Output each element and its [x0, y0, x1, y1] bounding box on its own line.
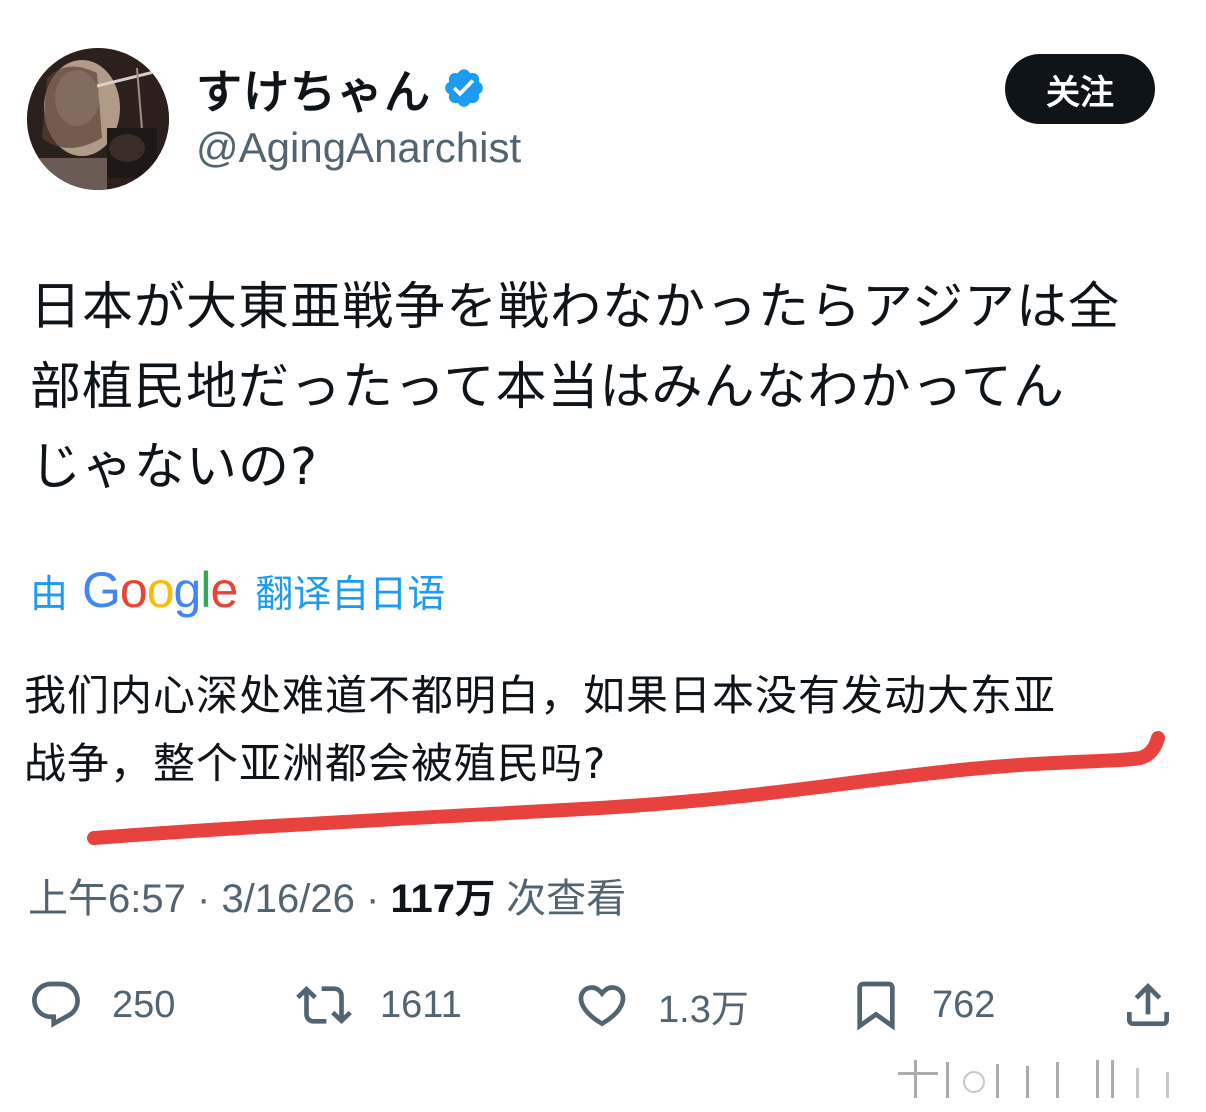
tweet-date[interactable]: 3/16/26	[221, 877, 354, 921]
bookmark-button[interactable]: 762	[848, 970, 995, 1040]
meta-separator: ·	[196, 877, 211, 921]
share-button[interactable]	[1120, 970, 1176, 1040]
translated-text-line: 战争，整个亚洲都会被殖民吗?	[24, 739, 607, 788]
repost-icon	[296, 986, 352, 1024]
tweet-meta: 上午6:57 · 3/16/26 · 117万 次查看	[28, 866, 626, 924]
tweet-text: 日本が大東亜戦争を戦わなかったらアジアは全 部植民地だったって本当はみんなわかっ…	[30, 268, 1180, 508]
like-button[interactable]: 1.3万	[574, 970, 749, 1040]
red-underline-annotation	[87, 731, 1165, 845]
user-handle[interactable]: @AgingAnarchist	[196, 124, 521, 172]
translation-prefix: 由	[30, 571, 69, 616]
like-count: 1.3万	[658, 988, 749, 1031]
verified-badge-icon	[445, 69, 483, 107]
translated-text-line: 我们内心深处难道不都明白，如果日本没有发动大东亚	[24, 671, 1057, 720]
follow-button[interactable]: 关注	[1005, 54, 1155, 124]
avatar[interactable]	[27, 48, 169, 190]
views-label: 次查看	[506, 877, 627, 921]
repost-button[interactable]: 1611	[296, 970, 462, 1040]
tweet-text-line: じゃないの?	[30, 438, 319, 497]
action-bar: 250 1611 1.3万 762	[0, 970, 1206, 1040]
google-logo: Google	[82, 562, 238, 618]
translation-attribution[interactable]: 由 Google 翻译自日语	[30, 562, 445, 618]
views-count: 117万	[390, 877, 496, 921]
watermark	[898, 1060, 1169, 1098]
repost-count: 1611	[380, 983, 462, 1026]
bookmark-count: 762	[932, 983, 996, 1026]
heart-icon	[578, 985, 626, 1027]
tweet-text-line: 部植民地だったって本当はみんなわかってん	[30, 358, 1065, 417]
bookmark-icon	[857, 981, 895, 1031]
avatar-image	[27, 48, 169, 190]
reply-button[interactable]: 250	[28, 970, 175, 1040]
tweet-text-line: 日本が大東亜戦争を戦わなかったらアジアは全	[30, 278, 1120, 337]
translated-text: 我们内心深处难道不都明白，如果日本没有发动大东亚 战争，整个亚洲都会被殖民吗?	[24, 662, 1184, 798]
meta-separator: ·	[366, 877, 380, 921]
tweet-time[interactable]: 上午6:57	[28, 877, 186, 921]
comment-icon	[32, 981, 80, 1028]
translation-suffix: 翻译自日语	[255, 571, 446, 616]
share-icon	[1127, 983, 1169, 1026]
reply-count: 250	[112, 983, 176, 1026]
display-name[interactable]: すけちゃん	[196, 56, 431, 122]
